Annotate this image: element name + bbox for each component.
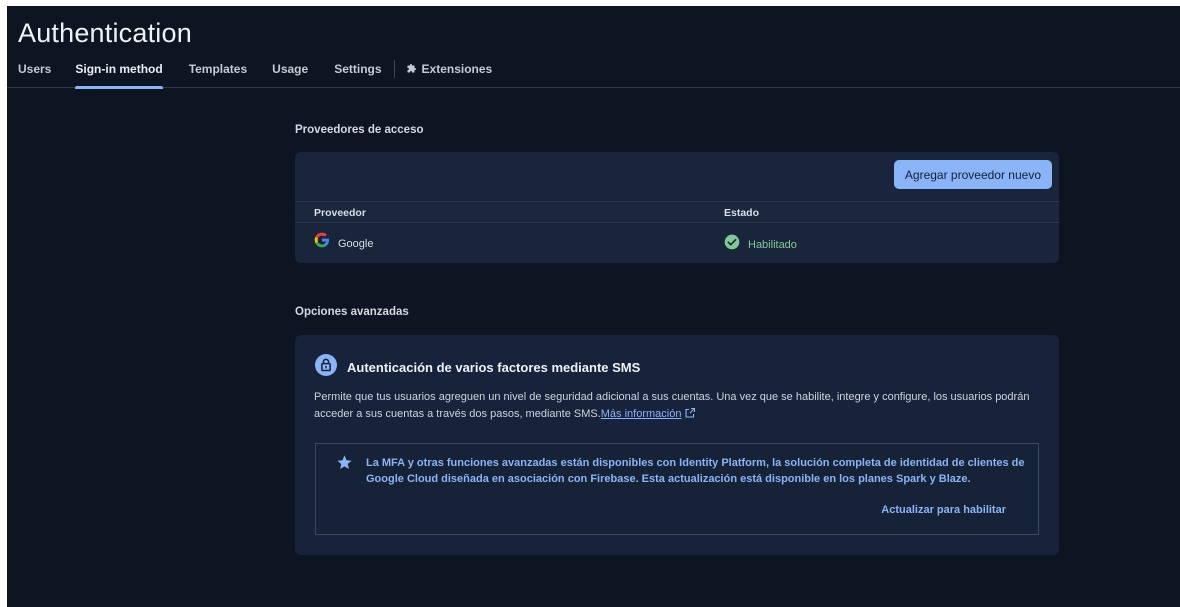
column-header-status: Estado [724,207,760,219]
add-provider-button[interactable]: Agregar proveedor nuevo [893,160,1052,189]
firebase-console-window: Authentication Users Sign-in method Temp… [7,6,1180,607]
provider-cell: Google [314,232,373,253]
providers-card: Agregar proveedor nuevo Proveedor Estado… [295,152,1059,263]
page-title: Authentication [18,18,192,48]
providers-table-header: Proveedor Estado [295,201,1059,223]
google-g-icon [314,232,330,253]
star-icon [336,454,353,476]
provider-name: Google [338,238,374,250]
more-info-link[interactable]: Más información [601,408,682,420]
identity-platform-info-box: La MFA y otras funciones avanzadas están… [315,443,1039,535]
tab-extensions[interactable]: Extensiones [406,60,493,88]
tab-bar: Users Sign-in method Templates Usage Set… [7,60,493,89]
lock-icon [315,354,337,381]
table-row[interactable]: Google Habilitado [295,224,1059,262]
tab-users[interactable]: Users [18,60,51,88]
status-badge: Habilitado [748,238,797,251]
mfa-description: Permite que tus usuarios agreguen un niv… [314,389,1044,425]
tab-usage[interactable]: Usage [272,60,308,88]
tab-extensions-label: Extensiones [421,62,493,76]
advanced-options-card: Autenticación de varios factores mediant… [295,335,1059,555]
tab-templates[interactable]: Templates [189,60,247,88]
mfa-title-row: Autenticación de varios factores mediant… [315,354,640,381]
upgrade-to-enable-link[interactable]: Actualizar para habilitar [881,504,1006,516]
status-cell: Habilitado [724,234,797,255]
tab-sign-in-method[interactable]: Sign-in method [75,60,164,89]
mfa-title: Autenticación de varios factores mediant… [347,360,641,375]
advanced-section-label: Opciones avanzadas [295,306,409,318]
tab-divider [393,60,395,78]
page-header: Authentication Users Sign-in method Temp… [7,6,1180,89]
tab-settings[interactable]: Settings [334,60,381,88]
check-circle-icon [724,234,740,255]
column-header-provider: Proveedor [314,207,366,219]
providers-section-label: Proveedores de acceso [295,124,424,136]
external-link-icon[interactable] [684,407,696,425]
info-box-text: La MFA y otras funciones avanzadas están… [366,457,1025,485]
extensions-icon [406,62,418,80]
